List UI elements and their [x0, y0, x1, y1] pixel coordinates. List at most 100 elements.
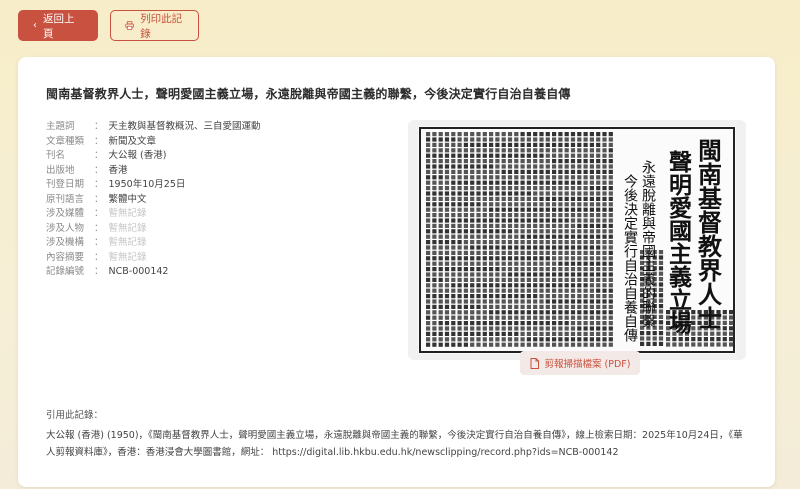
- scan-glyph: [451, 326, 456, 331]
- scan-glyph: [596, 223, 601, 228]
- scan-glyph: [476, 272, 481, 277]
- scan-glyph: [533, 186, 538, 191]
- scan-glyph: [514, 153, 519, 158]
- scan-glyph: [658, 282, 664, 287]
- scan-glyph: [482, 175, 487, 180]
- scan-glyph: [564, 175, 569, 180]
- scan-glyph: [470, 240, 475, 245]
- scan-glyph: [520, 267, 525, 272]
- scan-glyph: [482, 250, 487, 255]
- scan-glyph: [489, 196, 494, 201]
- scan-glyph: [577, 153, 582, 158]
- scan-glyph: [507, 245, 513, 250]
- scan-glyph: [583, 132, 588, 137]
- scan-glyph: [501, 180, 506, 185]
- scan-glyph: [545, 218, 550, 223]
- scan-glyph: [482, 223, 487, 228]
- scan-glyph: [564, 218, 569, 223]
- scan-glyph: [507, 153, 513, 158]
- scan-glyph: [489, 240, 494, 245]
- scan-glyph: [558, 288, 563, 293]
- scan-glyph: [608, 256, 613, 261]
- scan-glyph: [596, 342, 601, 347]
- scan-glyph: [608, 180, 613, 185]
- scan-glyph: [570, 180, 576, 185]
- scan-glyph: [589, 310, 594, 315]
- scan-glyph: [482, 207, 487, 212]
- scan-glyph: [558, 207, 563, 212]
- scan-glyph: [589, 321, 594, 326]
- scan-glyph: [545, 277, 550, 282]
- scan-glyph: [501, 326, 506, 331]
- scan-glyph: [583, 240, 588, 245]
- scan-glyph: [438, 288, 443, 293]
- scan-glyph: [545, 331, 550, 336]
- scan-glyph: [545, 132, 550, 137]
- pdf-download-button[interactable]: 剪報掃描檔案 (PDF): [520, 351, 640, 375]
- scan-glyph: [526, 234, 531, 239]
- scan-glyph: [570, 223, 576, 228]
- scan-glyph: [482, 299, 487, 304]
- scan-glyph: [564, 196, 569, 201]
- scan-glyph: [432, 132, 437, 137]
- back-button[interactable]: ‹ 返回上頁: [18, 10, 98, 41]
- scan-glyph: [451, 288, 456, 293]
- clipping-image[interactable]: 閩南基督教界人士 聲明愛國主義立場 永遠脫離與帝國主義的聯繫 今後決定實行自治自…: [408, 120, 746, 360]
- citation-label: 引用此記錄：: [46, 410, 104, 421]
- scan-glyph: [426, 299, 431, 304]
- scan-glyph: [514, 288, 519, 293]
- scan-glyph: [432, 342, 437, 347]
- scan-glyph: [583, 213, 588, 218]
- scan-glyph: [482, 277, 487, 282]
- scan-glyph: [507, 169, 513, 174]
- scan-glyph: [602, 304, 607, 309]
- scan-glyph: [539, 229, 544, 234]
- scan-glyph: [457, 277, 462, 282]
- scan-glyph: [564, 213, 569, 218]
- scan-glyph: [533, 321, 538, 326]
- print-button[interactable]: 列印此記錄: [110, 10, 199, 41]
- scan-glyph: [476, 148, 481, 153]
- scan-glyph: [489, 321, 494, 326]
- chevron-left-icon: ‹: [33, 20, 37, 31]
- scan-glyph: [558, 256, 563, 261]
- scan-glyph: [463, 331, 468, 336]
- scan-glyph: [444, 326, 450, 331]
- scan-glyph: [489, 175, 494, 180]
- scan-glyph: [501, 250, 506, 255]
- scan-glyph: [489, 207, 494, 212]
- scan-glyph: [520, 288, 525, 293]
- scan-glyph: [539, 207, 544, 212]
- scan-glyph: [722, 342, 727, 347]
- scan-glyph: [482, 283, 487, 288]
- scan-glyph: [539, 250, 544, 255]
- scan-glyph: [444, 331, 450, 336]
- scan-glyph: [489, 148, 494, 153]
- scan-glyph: [470, 142, 475, 147]
- scan-glyph: [438, 331, 443, 336]
- scan-glyph: [482, 342, 487, 347]
- scan-glyph: [608, 342, 613, 347]
- scan-glyph: [602, 213, 607, 218]
- scan-glyph: [463, 299, 468, 304]
- scan-glyph: [514, 304, 519, 309]
- scan-glyph: [570, 202, 576, 207]
- scan-glyph: [602, 159, 607, 164]
- scan-glyph: [577, 315, 582, 320]
- scan-glyph: [501, 191, 506, 196]
- scan-glyph: [583, 272, 588, 277]
- scan-glyph: [463, 186, 468, 191]
- scan-glyph: [476, 234, 481, 239]
- scan-glyph: [589, 331, 594, 336]
- scan-glyph: [507, 342, 513, 347]
- scan-glyph: [533, 175, 538, 180]
- scan-glyph: [526, 169, 531, 174]
- scan-glyph: [602, 180, 607, 185]
- scan-glyph: [476, 164, 481, 169]
- scan-glyph: [564, 321, 569, 326]
- scan-glyph: [596, 218, 601, 223]
- scan-glyph: [482, 294, 487, 299]
- meta-separator: ：: [94, 121, 104, 132]
- scan-glyph: [533, 250, 538, 255]
- scan-glyph: [463, 169, 468, 174]
